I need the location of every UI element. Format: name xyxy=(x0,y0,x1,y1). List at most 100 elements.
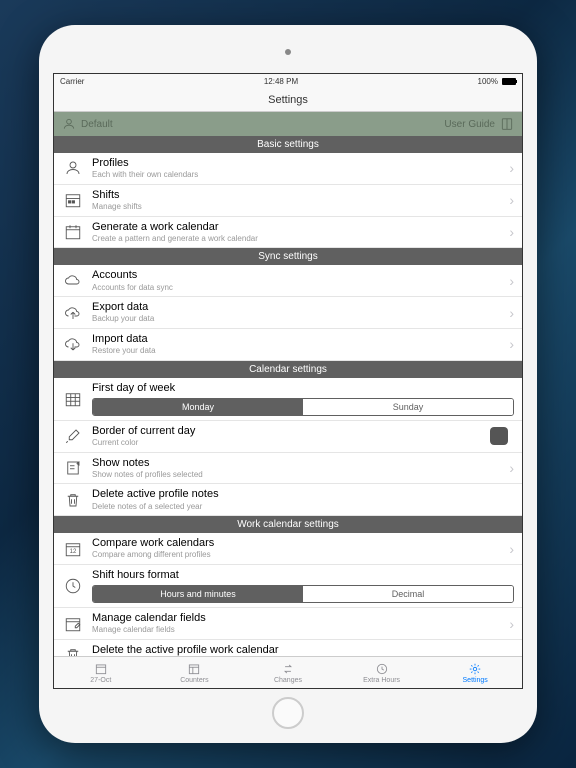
row-title: Shift hours format xyxy=(92,569,514,582)
battery-label: 100% xyxy=(478,77,498,86)
row-subtitle: Show notes of profiles selected xyxy=(92,470,509,480)
edit-calendar-icon xyxy=(62,613,84,635)
row-generate[interactable]: Generate a work calendarCreate a pattern… xyxy=(54,217,522,249)
profile-icon xyxy=(62,117,76,131)
row-subtitle: Each with their own calendars xyxy=(92,170,509,180)
tab-changes[interactable]: Changes xyxy=(241,657,335,688)
tab-label: Settings xyxy=(463,677,488,684)
chevron-right-icon: › xyxy=(509,460,514,476)
format-segmented[interactable]: Hours and minutes Decimal xyxy=(92,585,514,603)
seg-decimal[interactable]: Decimal xyxy=(303,586,513,602)
row-title: Border of current day xyxy=(92,425,490,438)
clock-icon xyxy=(62,575,84,597)
row-subtitle: Delete notes of a selected year xyxy=(92,502,514,512)
profile-bar: Default User Guide xyxy=(54,112,522,136)
camera xyxy=(285,49,291,55)
chevron-right-icon: › xyxy=(509,616,514,632)
chevron-right-icon: › xyxy=(509,305,514,321)
row-title: Generate a work calendar xyxy=(92,221,509,234)
row-shifts[interactable]: ShiftsManage shifts › xyxy=(54,185,522,217)
row-subtitle: Manage calendar fields xyxy=(92,625,509,635)
row-accounts[interactable]: AccountsAccounts for data sync › xyxy=(54,265,522,297)
work-calendar-header: Work calendar settings xyxy=(54,516,522,533)
tab-label: Changes xyxy=(274,677,302,684)
tab-bar: 27-Oct Counters Changes Extra Hours Sett… xyxy=(54,656,522,688)
color-swatch xyxy=(490,427,508,445)
row-subtitle: Manage shifts xyxy=(92,202,509,212)
profile-icon xyxy=(62,157,84,179)
tab-label: 27-Oct xyxy=(90,677,111,684)
row-subtitle: Current color xyxy=(92,438,490,448)
carrier-label: Carrier xyxy=(60,77,84,86)
row-title: Show notes xyxy=(92,457,509,470)
note-icon xyxy=(62,457,84,479)
row-first-day: First day of week Monday Sunday xyxy=(54,378,522,421)
row-manage-fields[interactable]: Manage calendar fieldsManage calendar fi… xyxy=(54,608,522,640)
row-subtitle: Accounts for data sync xyxy=(92,283,509,293)
calendar-date-icon: 12 xyxy=(62,538,84,560)
status-time: 12:48 PM xyxy=(264,77,298,86)
row-subtitle: Backup your data xyxy=(92,314,509,324)
row-title: Delete active profile notes xyxy=(92,488,514,501)
row-title: Import data xyxy=(92,333,509,346)
svg-text:12: 12 xyxy=(70,548,77,554)
row-profiles[interactable]: ProfilesEach with their own calendars › xyxy=(54,153,522,185)
status-bar: Carrier 12:48 PM 100% xyxy=(54,74,522,88)
trash-icon xyxy=(62,644,84,656)
row-import[interactable]: Import dataRestore your data › xyxy=(54,329,522,361)
screen: Carrier 12:48 PM 100% Settings Default U… xyxy=(53,73,523,689)
eyedropper-icon xyxy=(62,425,84,447)
chevron-right-icon: › xyxy=(509,541,514,557)
chevron-right-icon: › xyxy=(509,336,514,352)
profile-selector[interactable]: Default xyxy=(62,117,113,131)
ipad-frame: Carrier 12:48 PM 100% Settings Default U… xyxy=(39,25,537,743)
settings-content[interactable]: Basic settings ProfilesEach with their o… xyxy=(54,136,522,656)
row-delete-calendar[interactable]: Delete the active profile work calendarD… xyxy=(54,640,522,656)
row-export[interactable]: Export dataBackup your data › xyxy=(54,297,522,329)
battery-icon xyxy=(502,78,516,85)
shifts-icon xyxy=(62,189,84,211)
seg-hours-minutes[interactable]: Hours and minutes xyxy=(93,586,303,602)
row-delete-notes[interactable]: Delete active profile notesDelete notes … xyxy=(54,484,522,516)
row-subtitle: Restore your data xyxy=(92,346,509,356)
first-day-segmented[interactable]: Monday Sunday xyxy=(92,398,514,416)
row-title: Accounts xyxy=(92,269,509,282)
user-guide-button[interactable]: User Guide xyxy=(444,117,514,131)
nav-bar: Settings xyxy=(54,88,522,112)
tab-label: Extra Hours xyxy=(363,677,400,684)
seg-sunday[interactable]: Sunday xyxy=(303,399,513,415)
profile-name: Default xyxy=(81,119,113,130)
row-title: Manage calendar fields xyxy=(92,612,509,625)
calendar-settings-header: Calendar settings xyxy=(54,361,522,378)
row-title: First day of week xyxy=(92,382,514,395)
home-button[interactable] xyxy=(272,697,304,729)
tab-label: Counters xyxy=(180,677,208,684)
book-icon xyxy=(500,117,514,131)
trash-icon xyxy=(62,489,84,511)
tab-extra-hours[interactable]: Extra Hours xyxy=(335,657,429,688)
calendar-icon xyxy=(62,221,84,243)
row-shift-format: Shift hours format Hours and minutes Dec… xyxy=(54,565,522,608)
row-subtitle: Compare among different profiles xyxy=(92,550,509,560)
cloud-icon xyxy=(62,270,84,292)
row-title: Compare work calendars xyxy=(92,537,509,550)
tab-counters[interactable]: Counters xyxy=(148,657,242,688)
sync-settings-header: Sync settings xyxy=(54,248,522,265)
row-compare[interactable]: 12 Compare work calendarsCompare among d… xyxy=(54,533,522,565)
row-border-color[interactable]: Border of current dayCurrent color xyxy=(54,421,522,453)
row-title: Delete the active profile work calendar xyxy=(92,644,514,656)
chevron-right-icon: › xyxy=(509,192,514,208)
tab-calendar[interactable]: 27-Oct xyxy=(54,657,148,688)
tab-settings[interactable]: Settings xyxy=(428,657,522,688)
cloud-download-icon xyxy=(62,333,84,355)
row-subtitle: Create a pattern and generate a work cal… xyxy=(92,234,509,244)
row-show-notes[interactable]: Show notesShow notes of profiles selecte… xyxy=(54,453,522,485)
calendar-grid-icon xyxy=(62,388,84,410)
chevron-right-icon: › xyxy=(509,224,514,240)
chevron-right-icon: › xyxy=(509,160,514,176)
row-title: Export data xyxy=(92,301,509,314)
row-title: Shifts xyxy=(92,189,509,202)
row-title: Profiles xyxy=(92,157,509,170)
basic-settings-header: Basic settings xyxy=(54,136,522,153)
seg-monday[interactable]: Monday xyxy=(93,399,303,415)
